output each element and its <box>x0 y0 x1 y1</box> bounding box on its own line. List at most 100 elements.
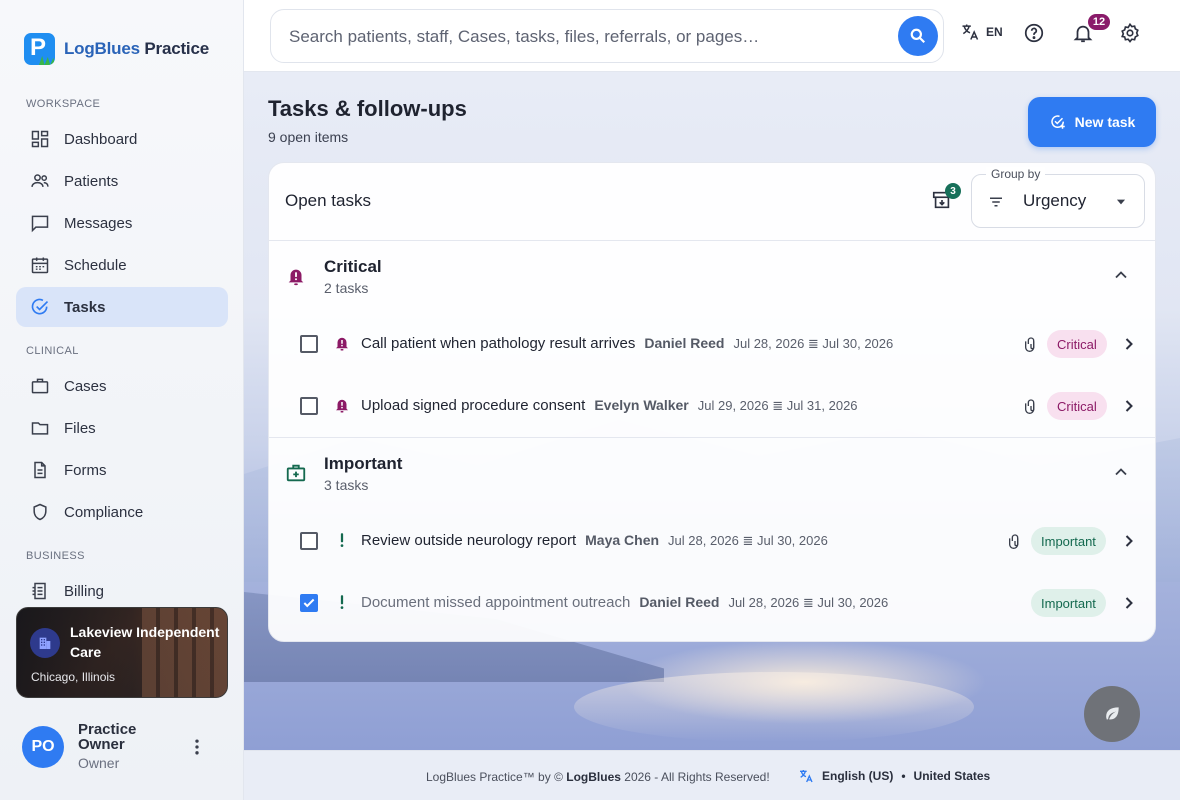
paperclip-icon <box>1025 399 1035 414</box>
task-dates: Jul 29, 2026 ≣ Jul 31, 2026 <box>697 398 858 413</box>
search-bar <box>270 9 944 63</box>
filter-icon <box>990 197 1002 207</box>
footer-language: English (US) <box>822 769 894 783</box>
chevron-right-icon[interactable] <box>1119 396 1139 416</box>
task-info: Upload signed procedure consent Evelyn W… <box>361 397 858 414</box>
brand-logo-icon <box>24 33 55 65</box>
group-name: Important <box>324 454 403 473</box>
translate-icon <box>962 24 979 40</box>
sidebar-item-label: Cases <box>64 377 107 395</box>
settings-button[interactable] <box>1119 22 1141 44</box>
building-icon <box>30 628 60 658</box>
chevron-up-icon <box>1115 468 1127 476</box>
open-tasks-card: Open tasks 3 Group by Urgency Critical 2… <box>268 162 1156 642</box>
sidebar-item-cases[interactable]: Cases <box>16 366 228 406</box>
sidebar-item-files[interactable]: Files <box>16 408 228 448</box>
user-role: Owner <box>78 755 120 771</box>
sidebar-item-label: Patients <box>64 172 119 190</box>
task-row[interactable]: Call patient when pathology result arriv… <box>269 313 1155 375</box>
sidebar-item-compliance[interactable]: Compliance <box>16 492 228 532</box>
footer-region: United States <box>913 769 991 783</box>
status-badge: Important <box>1031 527 1106 555</box>
paperclip-icon <box>1009 534 1019 549</box>
chevron-right-icon[interactable] <box>1119 334 1139 354</box>
sidebar-item-schedule[interactable]: Schedule <box>16 245 228 285</box>
help-button[interactable] <box>1023 22 1045 44</box>
sidebar-item-label: Billing <box>64 582 105 600</box>
org-location: Chicago, Illinois <box>31 670 116 684</box>
folder-icon <box>31 422 49 435</box>
group-header-critical[interactable]: Critical 2 tasks <box>269 241 1155 315</box>
footer-language-selector[interactable]: English (US) • United States <box>798 768 990 784</box>
sidebar-item-label: Files <box>64 419 96 437</box>
group-by-value: Urgency <box>1023 191 1087 210</box>
dashboard-icon <box>31 130 49 148</box>
task-title[interactable]: Document missed appointment outreach <box>361 594 630 611</box>
task-assignee: Maya Chen <box>585 532 660 548</box>
sidebar-item-patients[interactable]: Patients <box>16 161 228 201</box>
task-info: Document missed appointment outreach Dan… <box>361 594 888 611</box>
sidebar-item-messages[interactable]: Messages <box>16 203 228 243</box>
task-checkbox[interactable] <box>300 532 318 550</box>
user-profile[interactable]: PO Practice Owner Owner <box>22 722 158 771</box>
task-checkbox[interactable] <box>300 335 318 353</box>
footer-copyright: LogBlues Practice™ by © LogBlues 2026 - … <box>426 770 770 784</box>
brand[interactable]: LogBlues Practice <box>24 33 209 65</box>
sidebar-item-billing[interactable]: Billing <box>16 571 228 611</box>
alarm-bell-icon <box>288 269 304 286</box>
language-code: EN <box>986 25 1003 39</box>
task-dates: Jul 28, 2026 ≣ Jul 30, 2026 <box>668 533 828 548</box>
task-assignee: Daniel Reed <box>644 335 725 351</box>
status-badge: Critical <box>1047 330 1107 358</box>
org-card[interactable]: Lakeview Independent Care Chicago, Illin… <box>16 607 228 698</box>
notifications-button[interactable]: 12 <box>1072 14 1110 44</box>
chevron-right-icon[interactable] <box>1119 531 1139 551</box>
archive-count-badge: 3 <box>945 183 961 199</box>
footer: LogBlues Practice™ by © LogBlues 2026 - … <box>244 750 1180 800</box>
chevron-right-icon[interactable] <box>1119 593 1139 613</box>
status-badge: Important <box>1031 589 1106 617</box>
alarm-bell-icon <box>336 337 348 351</box>
shield-icon <box>33 503 47 521</box>
page-subtitle: 9 open items <box>268 129 349 145</box>
task-row[interactable]: Review outside neurology report Maya Che… <box>269 510 1155 572</box>
group-name: Critical <box>324 257 382 276</box>
card-header: Open tasks 3 Group by Urgency <box>269 163 1155 241</box>
task-info: Review outside neurology report Maya Che… <box>361 532 828 549</box>
caret-down-icon <box>1116 199 1126 205</box>
group-header-important[interactable]: Important 3 tasks <box>269 438 1155 512</box>
task-row[interactable]: Document missed appointment outreach Dan… <box>269 572 1155 634</box>
task-row[interactable]: Upload signed procedure consent Evelyn W… <box>269 375 1155 437</box>
group-by-label: Group by <box>986 167 1046 181</box>
search-button[interactable] <box>898 16 938 56</box>
more-vertical-icon[interactable] <box>186 736 208 758</box>
paperclip-icon <box>1025 337 1035 352</box>
help-icon <box>1024 23 1044 43</box>
language-button[interactable]: EN <box>960 22 1003 42</box>
separator-dot: • <box>901 769 906 783</box>
task-title[interactable]: Review outside neurology report <box>361 532 576 549</box>
briefcase-icon <box>31 378 49 394</box>
search-input[interactable] <box>289 24 869 50</box>
task-title[interactable]: Upload signed procedure consent <box>361 397 585 414</box>
sidebar-item-tasks[interactable]: Tasks <box>16 287 228 327</box>
task-info: Call patient when pathology result arriv… <box>361 335 893 352</box>
group-by-select[interactable]: Group by Urgency <box>971 167 1145 228</box>
task-dates: Jul 28, 2026 ≣ Jul 30, 2026 <box>728 595 889 610</box>
archive-button[interactable]: 3 <box>931 183 961 211</box>
task-title[interactable]: Call patient when pathology result arriv… <box>361 335 635 352</box>
sidebar-item-label: Tasks <box>64 298 106 316</box>
task-checkbox[interactable] <box>300 397 318 415</box>
receipt-icon <box>32 582 46 600</box>
task-checkbox-checked[interactable] <box>300 594 318 612</box>
card-title: Open tasks <box>285 191 371 210</box>
leaf-icon <box>1106 707 1119 720</box>
leaf-fab-button[interactable] <box>1084 686 1140 742</box>
sidebar-item-forms[interactable]: Forms <box>16 450 228 490</box>
sidebar-item-label: Dashboard <box>64 130 138 148</box>
org-name: Lakeview Independent Care <box>70 624 220 660</box>
add-task-icon <box>1050 115 1065 129</box>
sidebar-item-dashboard[interactable]: Dashboard <box>16 119 228 159</box>
new-task-button[interactable]: New task <box>1028 97 1156 147</box>
document-icon <box>34 461 46 479</box>
